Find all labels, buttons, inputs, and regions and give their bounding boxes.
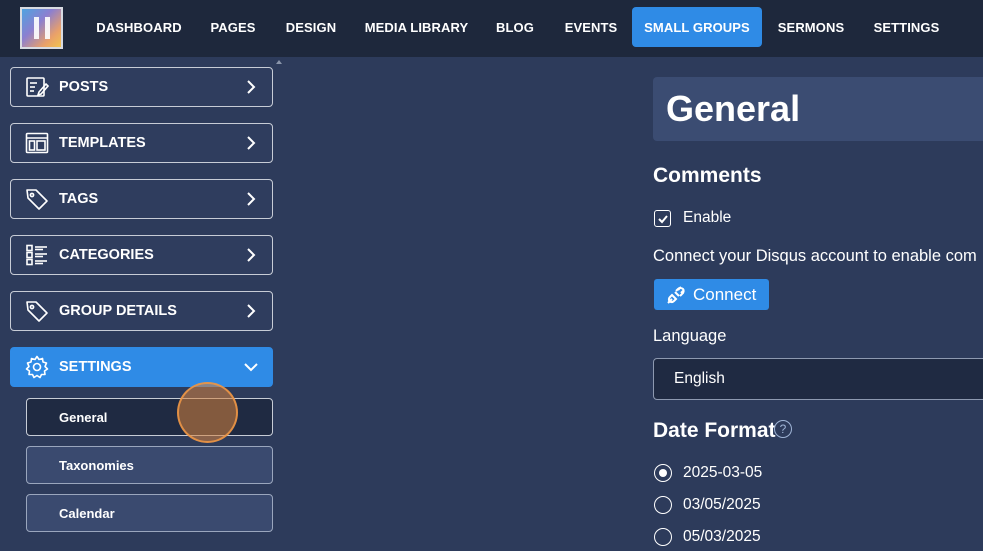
language-select-value: English: [674, 370, 725, 387]
chevron-right-icon: [247, 192, 256, 206]
language-label: Language: [653, 327, 727, 345]
sidebar-item-label: SETTINGS: [59, 359, 132, 375]
sidebar-item-tags[interactable]: TAGS: [10, 179, 273, 219]
scroll-up-icon[interactable]: [276, 60, 282, 64]
comments-heading: Comments: [653, 164, 762, 187]
nav-item-dashboard[interactable]: DASHBOARD: [84, 7, 194, 47]
posts-icon: [24, 74, 50, 100]
nav-item-design[interactable]: DESIGN: [273, 7, 349, 47]
connect-label: Connect: [693, 284, 757, 304]
date-format-option-label: 05/03/2025: [683, 528, 761, 545]
sidebar-item-settings[interactable]: SETTINGS: [10, 347, 273, 387]
enable-comments-checkbox[interactable]: [654, 210, 671, 227]
nav-item-media-library[interactable]: MEDIA LIBRARY: [356, 7, 477, 47]
radio-selected-dot: [659, 469, 667, 477]
plug-icon: [667, 285, 685, 304]
sidebar-subitem-taxonomies[interactable]: Taxonomies: [26, 446, 273, 484]
top-nav-bar: DASHBOARD PAGES DESIGN MEDIA LIBRARY BLO…: [0, 0, 983, 57]
chevron-down-icon: [244, 363, 258, 372]
help-icon[interactable]: ?: [774, 420, 792, 438]
page-title: General: [653, 77, 983, 141]
date-format-option-label: 2025-03-05: [683, 464, 763, 481]
sidebar-item-templates[interactable]: TEMPLATES: [10, 123, 273, 163]
connect-disqus-button[interactable]: Connect: [654, 279, 769, 310]
enable-comments-label: Enable: [683, 209, 732, 226]
chevron-right-icon: [247, 136, 256, 150]
sidebar-item-label: POSTS: [59, 79, 109, 95]
gear-icon: [24, 354, 50, 380]
list-icon: [24, 242, 50, 268]
language-select[interactable]: English: [653, 358, 983, 400]
click-indicator: [177, 382, 238, 443]
logo-mark-icon: [33, 17, 50, 39]
nav-item-events[interactable]: EVENTS: [554, 7, 628, 47]
sidebar-item-group-details[interactable]: GROUP DETAILS: [10, 291, 273, 331]
nav-item-blog[interactable]: BLOG: [484, 7, 546, 47]
sidebar-item-label: CATEGORIES: [59, 247, 154, 263]
date-format-radio-eu[interactable]: [654, 528, 672, 546]
date-format-radio-iso[interactable]: [654, 464, 672, 482]
nav-item-small-groups[interactable]: SMALL GROUPS: [632, 7, 762, 47]
tag-icon: [24, 186, 50, 212]
date-format-option-label: 03/05/2025: [683, 496, 761, 513]
sidebar-item-label: TEMPLATES: [59, 135, 146, 151]
sidebar-item-posts[interactable]: POSTS: [10, 67, 273, 107]
date-format-radio-us[interactable]: [654, 496, 672, 514]
chevron-right-icon: [247, 80, 256, 94]
sidebar-item-categories[interactable]: CATEGORIES: [10, 235, 273, 275]
nav-item-settings[interactable]: SETTINGS: [862, 7, 951, 47]
date-format-heading: Date Format: [653, 419, 776, 442]
sidebar-item-label: GROUP DETAILS: [59, 303, 177, 319]
chevron-right-icon: [247, 248, 256, 262]
disqus-description: Connect your Disqus account to enable co…: [653, 247, 977, 265]
tag-icon: [24, 298, 50, 324]
sidebar-item-label: TAGS: [59, 191, 99, 207]
chevron-right-icon: [247, 304, 256, 318]
app-logo[interactable]: [20, 7, 63, 49]
nav-item-sermons[interactable]: SERMONS: [767, 7, 855, 47]
sidebar-subitem-calendar[interactable]: Calendar: [26, 494, 273, 532]
nav-item-pages[interactable]: PAGES: [199, 7, 267, 47]
check-icon: [657, 214, 668, 223]
templates-icon: [24, 130, 50, 156]
